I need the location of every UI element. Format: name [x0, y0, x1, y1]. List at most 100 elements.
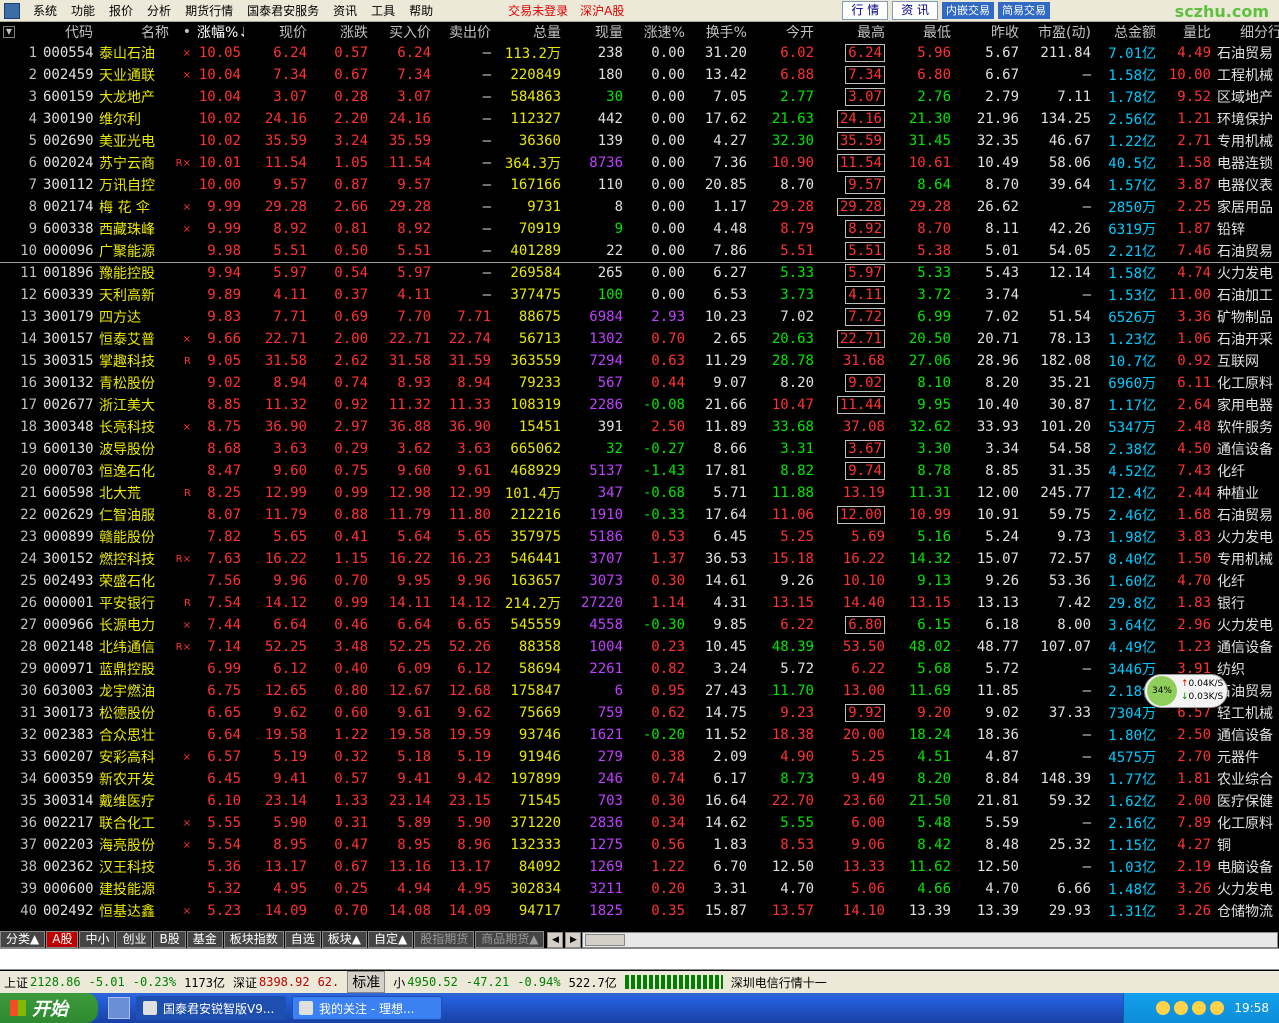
table-row[interactable]: 7 300112 万讯自控 10.00 9.57 0.87 9.57 — 167166 110 0.…: [0, 174, 1279, 196]
menu-service[interactable]: 国泰君安服务: [240, 0, 326, 22]
table-row[interactable]: 11 001896 豫能控股 9.94 5.97 0.54 5.97—269584 265 0.…: [0, 261, 1279, 284]
col-header-low[interactable]: 最低: [888, 22, 954, 42]
tab-sector-index[interactable]: 板块指数: [223, 931, 284, 948]
table-row[interactable]: 23 000899 赣能股份 7.82 5.65 0.41 5.64 5.65 357975 51…: [0, 526, 1279, 548]
internal-trade-button[interactable]: 内嵌交易: [942, 2, 995, 19]
col-header-volume-ratio[interactable]: 量比: [1159, 22, 1214, 42]
col-header-pe[interactable]: 市盈(动): [1022, 22, 1094, 42]
table-row[interactable]: 14 300157 恒泰艾普 × 9.66 22.71 2.00 22.71 22.74 5671…: [0, 328, 1279, 350]
col-header-industry[interactable]: 细分行业: [1214, 22, 1279, 42]
table-row[interactable]: 40 002492 恒基达鑫 × 5.23 14.09 0.70 14.08 14.09 9471…: [0, 900, 1279, 922]
quick-launch-icon[interactable]: [108, 997, 130, 1019]
table-row[interactable]: 21 600598 北大荒 R 8.25 12.99 0.99 12.98 12.99 101.4…: [0, 482, 1279, 504]
col-header-pct[interactable]: 涨幅%↓: [194, 22, 244, 42]
tray-security-icon[interactable]: [1210, 1001, 1225, 1015]
table-row[interactable]: 32 002383 合众思壮 6.64 19.58 1.22 19.58 19.59 93746…: [0, 724, 1279, 746]
table-row[interactable]: 12 600339 天利高新 9.89 4.11 0.37 4.11 — 377475 100 0.…: [0, 284, 1279, 306]
tray-browser-icon[interactable]: [1192, 1001, 1207, 1015]
tab-a-shares[interactable]: A股: [46, 931, 79, 948]
taskbar-item-watchlist[interactable]: 我的关注 - 理想...: [292, 996, 442, 1020]
col-header-high[interactable]: 最高: [817, 22, 888, 42]
simple-trade-button[interactable]: 简易交易: [998, 2, 1051, 19]
table-row[interactable]: 16 300132 青松股份 9.02 8.94 0.74 8.93 8.94 79233 567…: [0, 372, 1279, 394]
menu-quote[interactable]: 报价: [102, 0, 140, 22]
table-row[interactable]: 22 002629 仁智油服 8.07 11.79 0.88 11.79 11.80 21221…: [0, 504, 1279, 526]
tab-watchlist[interactable]: 自选: [284, 931, 321, 948]
table-row[interactable]: 28 002148 北纬通信 R× 7.14 52.25 3.48 52.25 52.26 883…: [0, 636, 1279, 658]
taskbar-item-trading-app[interactable]: 国泰君安锐智版V9...: [136, 996, 286, 1020]
market-status[interactable]: 深沪A股: [574, 0, 630, 22]
tray-volume-icon[interactable]: [1174, 1001, 1189, 1015]
table-row[interactable]: 5 002690 美亚光电 10.02 35.59 3.24 35.59 — 36360 139 0…: [0, 130, 1279, 152]
tray-network-icon[interactable]: [1156, 1001, 1171, 1015]
table-row[interactable]: 1 000554 泰山石油 × 10.05 6.24 0.57 6.24 — 113.2万 238 0…: [0, 42, 1279, 64]
horizontal-scrollbar[interactable]: [582, 932, 1278, 948]
tab-index-futures[interactable]: 股指期货: [414, 931, 475, 948]
col-header-bid[interactable]: 买入价: [371, 22, 434, 42]
dropdown-icon[interactable]: ▼: [3, 26, 15, 38]
col-header-volume[interactable]: 总量: [494, 22, 564, 42]
col-header-name[interactable]: 名称: [96, 22, 172, 42]
login-status[interactable]: 交易未登录: [502, 0, 574, 22]
table-row[interactable]: 31 300173 松德股份 6.65 9.62 0.60 9.61 9.62 75669 759…: [0, 702, 1279, 724]
table-row[interactable]: 10 000096 广聚能源 9.98 5.51 0.50 5.51 — 401289 22 0.0…: [0, 240, 1279, 262]
col-header-price[interactable]: 现价: [244, 22, 310, 42]
col-header-amount[interactable]: 总金额: [1094, 22, 1159, 42]
col-header-prev-close[interactable]: 昨收: [954, 22, 1022, 42]
menu-system[interactable]: 系统: [26, 0, 64, 22]
table-row[interactable]: 26 000001 平安银行 R 7.54 14.12 0.99 14.11 14.12 214.…: [0, 592, 1279, 614]
table-row[interactable]: 18 300348 长亮科技 × 8.75 36.90 2.97 36.88 36.90 1545…: [0, 416, 1279, 438]
menu-futures[interactable]: 期货行情: [178, 0, 240, 22]
header-menu[interactable]: ▼: [0, 22, 40, 42]
table-row[interactable]: 6 002024 苏宁云商 R× 10.01 11.54 1.05 11.54 — 364.3万 8…: [0, 152, 1279, 174]
scroll-left-icon[interactable]: ◀: [547, 932, 564, 948]
ime-toolbar[interactable]: 标准: [347, 971, 386, 993]
tab-funds[interactable]: 基金: [186, 931, 223, 948]
tab-sme[interactable]: 中小: [79, 931, 116, 948]
menu-info[interactable]: 资讯: [326, 0, 364, 22]
col-header-speed[interactable]: 涨速%: [626, 22, 688, 42]
tab-sectors[interactable]: 板块▲: [321, 931, 367, 948]
col-header-change[interactable]: 涨跌: [310, 22, 371, 42]
table-row[interactable]: 17 002677 浙江美大 8.85 11.32 0.92 11.32 11.33 10831…: [0, 394, 1279, 416]
col-header-current-vol[interactable]: 现量: [564, 22, 626, 42]
col-header-ask[interactable]: 卖出价: [434, 22, 494, 42]
col-header-open[interactable]: 今开: [750, 22, 817, 42]
table-row[interactable]: 39 000600 建投能源 5.32 4.95 0.25 4.94 4.95 302834 32…: [0, 878, 1279, 900]
table-row[interactable]: 19 600130 波导股份 8.68 3.63 0.29 3.62 3.63 665062 32…: [0, 438, 1279, 460]
table-row[interactable]: 20 000703 恒逸石化 8.47 9.60 0.75 9.60 9.61 468929 51…: [0, 460, 1279, 482]
menu-analysis[interactable]: 分析: [140, 0, 178, 22]
table-row[interactable]: 35 300314 戴维医疗 6.10 23.14 1.33 23.14 23.15 71545…: [0, 790, 1279, 812]
table-row[interactable]: 9 600338 西藏珠峰 × 9.99 8.92 0.81 8.92 — 70919 9 0.00 4…: [0, 218, 1279, 240]
net-speed-widget[interactable]: 34% ↑0.04K/S ↓0.03K/S: [1144, 674, 1228, 708]
table-row[interactable]: 38 002362 汉王科技 5.36 13.17 0.67 13.16 13.17 84092…: [0, 856, 1279, 878]
col-header-flag[interactable]: •: [172, 22, 194, 42]
table-row[interactable]: 3 600159 大龙地产 10.04 3.07 0.28 3.07 — 584863 30 0.0…: [0, 86, 1279, 108]
tab-quote[interactable]: 行 情: [842, 1, 889, 20]
table-row[interactable]: 30 603003 龙宇燃油 6.75 12.65 0.80 12.67 12.68 17584…: [0, 680, 1279, 702]
table-row[interactable]: 36 002217 联合化工 × 5.55 5.90 0.31 5.89 5.90 371220 2…: [0, 812, 1279, 834]
table-row[interactable]: 27 000966 长源电力 × 7.44 6.64 0.46 6.64 6.65 545559 4…: [0, 614, 1279, 636]
scroll-right-icon[interactable]: ▶: [565, 932, 582, 948]
table-row[interactable]: 37 002203 海亮股份 × 5.54 8.95 0.47 8.95 8.96 132333 1…: [0, 834, 1279, 856]
start-button[interactable]: 开始: [0, 993, 98, 1023]
tab-b-shares[interactable]: B股: [153, 931, 186, 948]
command-input-strip[interactable]: [0, 948, 1279, 970]
table-row[interactable]: 2 002459 天业通联 × 10.04 7.34 0.67 7.34 — 220849 180 0…: [0, 64, 1279, 86]
table-row[interactable]: 29 000971 蓝鼎控股 6.99 6.12 0.40 6.09 6.12 58694 226…: [0, 658, 1279, 680]
table-row[interactable]: 34 600359 新农开发 6.45 9.41 0.57 9.41 9.42 197899 24…: [0, 768, 1279, 790]
tab-info[interactable]: 资 讯: [892, 1, 939, 20]
table-row[interactable]: 8 002174 梅 花 伞 × 9.99 29.28 2.66 29.28 — 9731 8 0.0…: [0, 196, 1279, 218]
menu-tools[interactable]: 工具: [364, 0, 402, 22]
tab-category[interactable]: 分类▲: [0, 931, 46, 948]
col-header-turnover[interactable]: 换手%: [688, 22, 750, 42]
tab-commodity-futures[interactable]: 商品期货▲: [475, 931, 545, 948]
tab-chinext[interactable]: 创业: [116, 931, 153, 948]
table-row[interactable]: 13 300179 四方达 9.83 7.71 0.69 7.70 7.71 88675 6984…: [0, 306, 1279, 328]
menu-function[interactable]: 功能: [64, 0, 102, 22]
table-row[interactable]: 4 300190 维尔利 10.02 24.16 2.20 24.16 — 112327 442 0…: [0, 108, 1279, 130]
scrollbar-thumb[interactable]: [585, 934, 626, 946]
tab-custom[interactable]: 自定▲: [368, 931, 414, 948]
table-row[interactable]: 33 600207 安彩高科 × 6.57 5.19 0.32 5.18 5.19 91946 27…: [0, 746, 1279, 768]
table-row[interactable]: 15 300315 掌趣科技 R 9.05 31.58 2.62 31.58 31.59 3635…: [0, 350, 1279, 372]
